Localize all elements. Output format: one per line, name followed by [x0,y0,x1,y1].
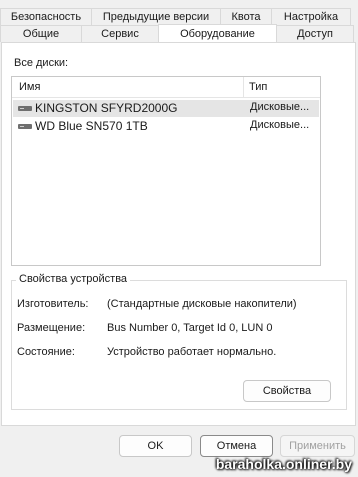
tab-previous-versions[interactable]: Предыдущие версии [91,8,221,25]
disk-type: Дисковые... [250,119,310,131]
manufacturer-value: (Стандартные дисковые накопители) [107,298,297,310]
disk-list[interactable]: Имя Тип KINGSTON SFYRD2000G Дисковые... … [11,76,321,266]
apply-button[interactable]: Применить [280,435,355,457]
column-separator[interactable] [243,77,244,97]
cancel-button[interactable]: Отмена [200,435,273,457]
status-label: Состояние: [17,346,75,358]
tab-customize[interactable]: Настройка [271,8,351,25]
location-label: Размещение: [17,322,86,334]
tab-row-top: Безопасность Предыдущие версии Квота Нас… [0,8,351,25]
manufacturer-label: Изготовитель: [17,298,89,310]
watermark: baraholka.onliner.by [215,456,352,472]
drive-icon [18,124,32,129]
device-properties-group: Свойства устройства Изготовитель: (Станд… [11,273,347,410]
tab-quota[interactable]: Квота [220,8,272,25]
disk-name: WD Blue SN570 1TB [35,119,148,133]
hardware-panel: Все диски: Имя Тип KINGSTON SFYRD2000G Д… [1,42,356,426]
tab-security[interactable]: Безопасность [0,8,92,25]
drive-icon [18,106,32,111]
list-item[interactable]: KINGSTON SFYRD2000G Дисковые... [13,100,319,117]
list-header: Имя Тип [12,77,320,98]
tab-hardware[interactable]: Оборудование [158,24,277,42]
disk-type: Дисковые... [250,101,310,113]
tab-row-bottom: Общие Сервис Оборудование Доступ [0,24,354,42]
tab-general[interactable]: Общие [0,25,82,42]
tab-tools[interactable]: Сервис [81,25,159,42]
all-disks-label: Все диски: [14,57,69,69]
column-header-type[interactable]: Тип [249,81,267,93]
location-value: Bus Number 0, Target Id 0, LUN 0 [107,322,273,334]
disk-name: KINGSTON SFYRD2000G [35,101,178,115]
tab-sharing[interactable]: Доступ [276,25,354,42]
list-item[interactable]: WD Blue SN570 1TB Дисковые... [13,118,319,135]
ok-button[interactable]: OK [119,435,192,457]
column-header-name[interactable]: Имя [19,81,40,93]
status-value: Устройство работает нормально. [107,346,277,358]
group-title: Свойства устройства [16,273,131,285]
properties-button[interactable]: Свойства [243,380,331,402]
